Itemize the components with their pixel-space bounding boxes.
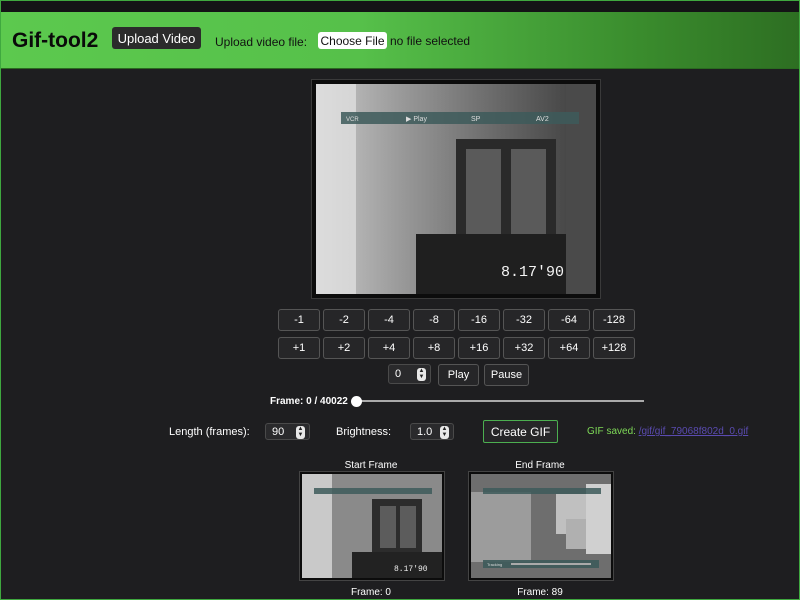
step-button[interactable]: -2 [323,309,365,331]
step-button[interactable]: +2 [323,337,365,359]
start-frame-thumbnail: 8.17'90 [299,471,445,581]
step-button[interactable]: -128 [593,309,635,331]
step-button[interactable]: +1 [278,337,320,359]
create-gif-button[interactable]: Create GIF [483,420,558,443]
end-frame-image: Tracking [471,474,611,578]
start-osd-date: 8.17'90 [394,565,428,574]
upload-video-button[interactable]: Upload Video [112,27,201,49]
step-button[interactable]: +128 [593,337,635,359]
length-spinner-icon[interactable]: ▲ ▼ [296,426,305,439]
end-osd-tracking: Tracking [487,562,502,567]
step-button[interactable]: +32 [503,337,545,359]
app-title: Gif-tool2 [12,29,99,52]
step-button[interactable]: -1 [278,309,320,331]
osd-vcr: VCR [346,117,359,123]
osd-play: ▶ Play [406,116,427,123]
length-value: 90 [272,425,285,438]
end-frame-caption: Frame: 89 [517,587,563,598]
length-label: Length (frames): [169,426,250,438]
frame-slider-thumb[interactable] [351,396,362,407]
pause-button[interactable]: Pause [484,364,529,386]
spinner-arrows-icon[interactable]: ▲ ▼ [417,368,426,381]
video-preview: VCR ▶ Play SP AV2 8.17'90 [311,79,601,299]
start-frame-title: Start Frame [344,460,398,471]
start-frame-caption: Frame: 0 [350,587,391,598]
brightness-label: Brightness: [336,426,392,438]
play-button[interactable]: Play [438,364,479,386]
step-button[interactable]: +16 [458,337,500,359]
top-strip [0,0,800,12]
step-button[interactable]: +8 [413,337,455,359]
step-button[interactable]: -64 [548,309,590,331]
osd-sp: SP [471,116,481,123]
brightness-value: 1.0 [417,425,433,438]
osd-av: AV2 [536,116,549,123]
step-button[interactable]: -4 [368,309,410,331]
frame-number-value: 0 [395,368,402,380]
step-button[interactable]: -16 [458,309,500,331]
video-frame-image: VCR ▶ Play SP AV2 8.17'90 [316,84,596,294]
gif-saved-status: GIF saved: /gif/gif_79068f802d_0.gif [587,426,748,437]
end-frame-title: End Frame [515,460,565,471]
upload-file-label: Upload video file: [215,35,308,49]
frame-status: Frame: 0 / 40022 [270,396,348,407]
gif-saved-label: GIF saved: [587,426,636,437]
length-input[interactable]: 90 ▲ ▼ [265,423,310,440]
brightness-input[interactable]: 1.0 ▲ ▼ [410,423,454,440]
choose-file-button[interactable]: Choose File [318,32,387,49]
brightness-spinner-icon[interactable]: ▲ ▼ [440,426,449,439]
app-header: Gif-tool2 Upload Video Upload video file… [0,12,800,69]
end-frame-thumbnail: Tracking [468,471,614,581]
step-button[interactable]: -32 [503,309,545,331]
osd-date: 8.17'90 [501,264,564,281]
step-button[interactable]: -8 [413,309,455,331]
file-status: no file selected [390,34,471,48]
start-frame-image: 8.17'90 [302,474,442,578]
step-button[interactable]: +4 [368,337,410,359]
gif-saved-link[interactable]: /gif/gif_79068f802d_0.gif [639,426,749,437]
frame-slider-track[interactable] [356,400,644,402]
frame-number-input[interactable]: 0 ▲ ▼ [388,364,431,384]
step-button[interactable]: +64 [548,337,590,359]
